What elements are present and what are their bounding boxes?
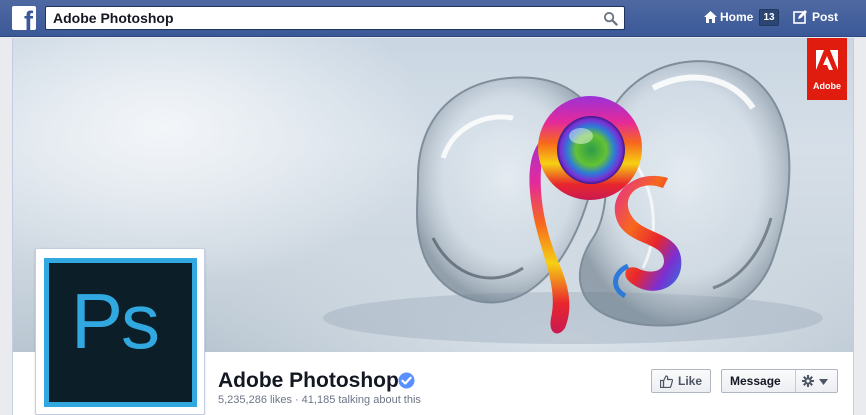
post-label[interactable]: Post: [812, 10, 838, 24]
adobe-badge: Adobe: [807, 38, 847, 100]
message-button[interactable]: Message: [730, 374, 781, 388]
talking-about-count: 41,185 talking about this: [301, 394, 421, 406]
page-title[interactable]: Adobe Photoshop: [218, 369, 399, 393]
page-stats: 5,235,286 likes · 41,185 talking about thi…: [218, 394, 421, 406]
like-button-label: Like: [678, 374, 703, 388]
top-navigation-bar: f Adobe Photoshop Home 13 Post: [0, 0, 866, 37]
search-input[interactable]: Adobe Photoshop: [53, 10, 174, 26]
search-icon[interactable]: [603, 11, 618, 26]
chevron-down-icon[interactable]: [819, 379, 828, 385]
like-button[interactable]: Like: [651, 369, 711, 393]
home-label[interactable]: Home: [720, 10, 753, 24]
profile-picture[interactable]: Ps: [35, 248, 205, 415]
message-button-group[interactable]: Message: [721, 369, 838, 393]
adobe-logo-icon: [816, 50, 838, 70]
button-divider: [795, 370, 796, 392]
likes-count[interactable]: 5,235,286 likes: [218, 394, 292, 406]
search-box[interactable]: Adobe Photoshop: [45, 6, 625, 30]
gear-icon[interactable]: [802, 375, 814, 387]
photoshop-logo-icon: Ps: [44, 258, 197, 407]
verified-badge-icon: [398, 372, 415, 389]
home-icon: [704, 11, 717, 23]
stats-separator: ·: [295, 394, 299, 406]
post-icon: [793, 10, 807, 24]
thumbs-up-icon: [660, 375, 673, 388]
facebook-logo-icon[interactable]: f: [12, 6, 36, 30]
adobe-badge-label: Adobe: [813, 81, 841, 91]
photoshop-logo-text: Ps: [71, 277, 160, 365]
home-count-badge: 13: [759, 9, 779, 26]
